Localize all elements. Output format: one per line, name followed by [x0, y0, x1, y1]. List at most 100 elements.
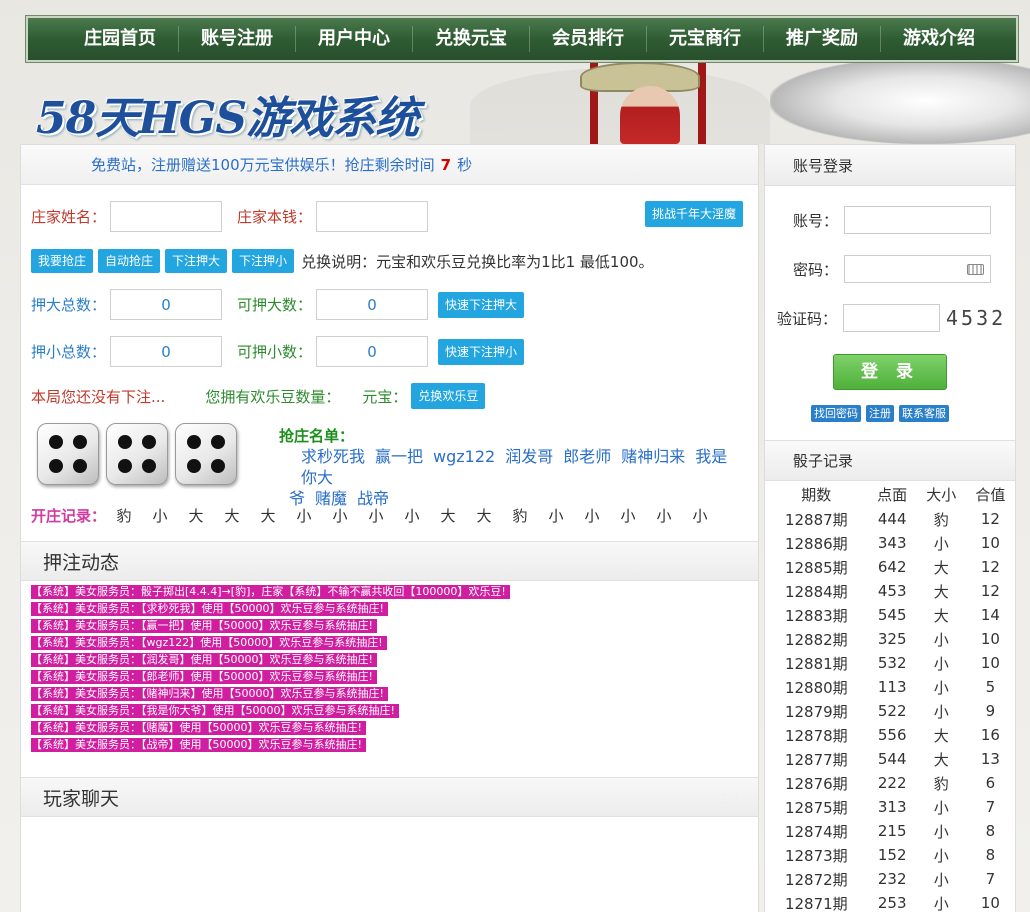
die-pip	[142, 435, 156, 449]
table-cell: 小	[933, 678, 949, 697]
chat-section-title: 玩家聊天 1人	[21, 777, 758, 817]
online-count: 1人	[718, 791, 746, 811]
nav-item-6[interactable]: 推广奖励	[764, 26, 881, 52]
side-column: 账号登录 账号： 密码： 验证码： 4532 登 录 找回密码 注册 联系客服 骰子…	[764, 144, 1016, 912]
forgot-password-link[interactable]: 找回密码	[811, 405, 861, 422]
grab-list-item[interactable]: 赌神归来	[621, 447, 685, 466]
notice-bar: 免费站，注册赠送100万元宝供娱乐！抢庄剩余时间 7 秒	[21, 145, 758, 185]
big-total-field[interactable]: 0	[110, 289, 223, 320]
table-cell: 12879期	[784, 702, 848, 721]
history-item: 小	[692, 507, 708, 525]
countdown-seconds: 7	[440, 155, 452, 174]
table-cell: 大	[933, 582, 949, 601]
grab-list-item[interactable]: 郎老师	[563, 447, 611, 466]
history-label: 开庄记录：	[31, 507, 107, 525]
login-form: 账号： 密码： 验证码： 4532 登 录 找回密码 注册 联系客服	[765, 186, 1015, 440]
die-pip	[49, 435, 63, 449]
table-row: 12885期 642 大 12	[765, 555, 1015, 579]
grab-list-title: 抢庄名单：	[279, 427, 355, 445]
password-input[interactable]	[844, 255, 992, 283]
nav-item-7[interactable]: 游戏介绍	[881, 26, 997, 52]
big-total-label: 押大总数：	[31, 296, 107, 314]
login-links: 找回密码 注册 联系客服	[811, 405, 954, 422]
nav-item-4[interactable]: 会员排行	[530, 26, 647, 52]
table-cell: 7	[985, 798, 996, 816]
history-item: 小	[584, 507, 600, 525]
bet-log-line: 【系统】美女服务员：【郎老师】使用【50000】欢乐豆参与系统抽庄!	[31, 670, 377, 684]
quick-bet-small-button[interactable]: 快速下注押小	[438, 338, 525, 365]
exchange-beans-button[interactable]: 兑换欢乐豆	[411, 383, 486, 409]
no-bet-notice: 本局您还没有下注...	[31, 387, 166, 406]
pole-art	[698, 58, 706, 144]
nav-item-5[interactable]: 元宝商行	[647, 26, 764, 52]
account-input[interactable]	[844, 206, 992, 234]
history-item: 小	[404, 507, 420, 525]
table-cell: 12887期	[784, 510, 848, 529]
table-cell: 10	[980, 534, 1000, 552]
dice-record-title: 骰子记录	[765, 440, 1015, 481]
nav-item-1[interactable]: 账号注册	[179, 26, 296, 52]
history-item: 小	[152, 507, 168, 525]
die-pip	[211, 459, 225, 473]
grab-list-item[interactable]: 赢一把	[375, 447, 423, 466]
challenge-button[interactable]: 挑战千年大淫魔	[645, 201, 744, 227]
history-item: 大	[476, 507, 492, 525]
table-cell: 12882期	[784, 630, 848, 649]
game-panel: 免费站，注册赠送100万元宝供娱乐！抢庄剩余时间 7 秒 庄家姓名： 庄家本钱：…	[20, 144, 759, 912]
quick-bet-big-button[interactable]: 快速下注押大	[438, 291, 525, 318]
nav-item-0[interactable]: 庄园首页	[62, 26, 179, 52]
table-cell: 453	[877, 582, 907, 600]
captcha-image[interactable]: 4532	[946, 306, 1006, 330]
bet-log-line: 【系统】美女服务员：【润发哥】使用【50000】欢乐豆参与系统抽庄!	[31, 653, 377, 667]
keyboard-icon[interactable]	[967, 264, 985, 275]
notice-text: 免费站，注册赠送100万元宝供娱乐！抢庄剩余时间	[91, 156, 435, 174]
notice-suffix: 秒	[457, 156, 473, 174]
register-link[interactable]: 注册	[866, 405, 894, 422]
grab-banker-button[interactable]: 我要抢庄	[31, 249, 94, 273]
die-pip	[73, 459, 87, 473]
table-cell: 豹	[933, 774, 949, 793]
game-area: 庄家姓名： 庄家本钱： 挑战千年大淫魔 我要抢庄 自动抢庄 下注押大 下注押小 兑换说明…	[21, 185, 758, 541]
banker-money-input[interactable]	[316, 201, 429, 232]
contact-support-link[interactable]: 联系客服	[899, 405, 949, 422]
die-pip	[142, 459, 156, 473]
table-cell: 642	[877, 558, 907, 576]
login-button[interactable]: 登 录	[833, 354, 947, 390]
captcha-input[interactable]	[843, 304, 941, 332]
bet-big-button[interactable]: 下注押大	[165, 249, 228, 273]
nav-item-3[interactable]: 兑换元宝	[413, 26, 530, 52]
table-cell: 13	[980, 750, 1000, 768]
table-cell: 12883期	[784, 606, 848, 625]
character-art	[620, 86, 680, 144]
die-pip	[49, 459, 63, 473]
table-cell: 小	[933, 870, 949, 889]
banker-name-input[interactable]	[110, 201, 223, 232]
grab-list-item[interactable]: 润发哥	[505, 447, 553, 466]
grab-list-item[interactable]: 求秒死我	[301, 447, 365, 466]
die-pip	[118, 459, 132, 473]
table-cell: 大	[933, 606, 949, 625]
site-logo[interactable]: 58天HGS游戏系统	[36, 82, 419, 146]
bet-log-line: 【系统】美女服务员：【赌神归来】使用【50000】欢乐豆参与系统抽庄!	[31, 687, 388, 701]
table-cell: 12874期	[784, 822, 848, 841]
bet-small-button[interactable]: 下注押小	[232, 249, 295, 273]
nav-item-2[interactable]: 用户中心	[296, 26, 413, 52]
table-cell: 222	[877, 774, 907, 792]
grab-list-item[interactable]: wgz122	[433, 447, 495, 466]
bet-log-line: 【系统】美女服务员：【赌魔】使用【50000】欢乐豆参与系统抽庄!	[31, 721, 366, 735]
history-row: 开庄记录： 豹 小 大 大 大 小 小 小 小 大 大 豹 小 小 小 小 小	[31, 505, 718, 526]
small-total-field[interactable]: 0	[110, 336, 223, 367]
bet-log-line: 【系统】美女服务员：【wgz122】使用【50000】欢乐豆参与系统抽庄!	[31, 636, 387, 650]
big-available-field[interactable]: 0	[316, 289, 429, 320]
bet-log-line: 【系统】美女服务员：骰子掷出[4.4.4]→[豹]，庄家【系统】不输不赢共收回【…	[31, 585, 510, 599]
die-pip	[211, 435, 225, 449]
grab-list: 求秒死我 赢一把 wgz122 润发哥 郎老师 赌神归来 我是你大爷赌魔 战帝	[267, 446, 737, 509]
table-cell: 325	[877, 630, 907, 648]
small-available-field[interactable]: 0	[316, 336, 429, 367]
bet-log-line: 【系统】美女服务员：【战帝】使用【50000】欢乐豆参与系统抽庄!	[31, 738, 366, 752]
table-cell: 10	[980, 894, 1000, 912]
auto-grab-button[interactable]: 自动抢庄	[98, 249, 161, 273]
table-row: 12877期 544 大 13	[765, 747, 1015, 771]
table-row: 12881期 532 小 10	[765, 651, 1015, 675]
bet-log: 【系统】美女服务员：骰子掷出[4.4.4]→[豹]，庄家【系统】不输不赢共收回【…	[21, 581, 758, 777]
